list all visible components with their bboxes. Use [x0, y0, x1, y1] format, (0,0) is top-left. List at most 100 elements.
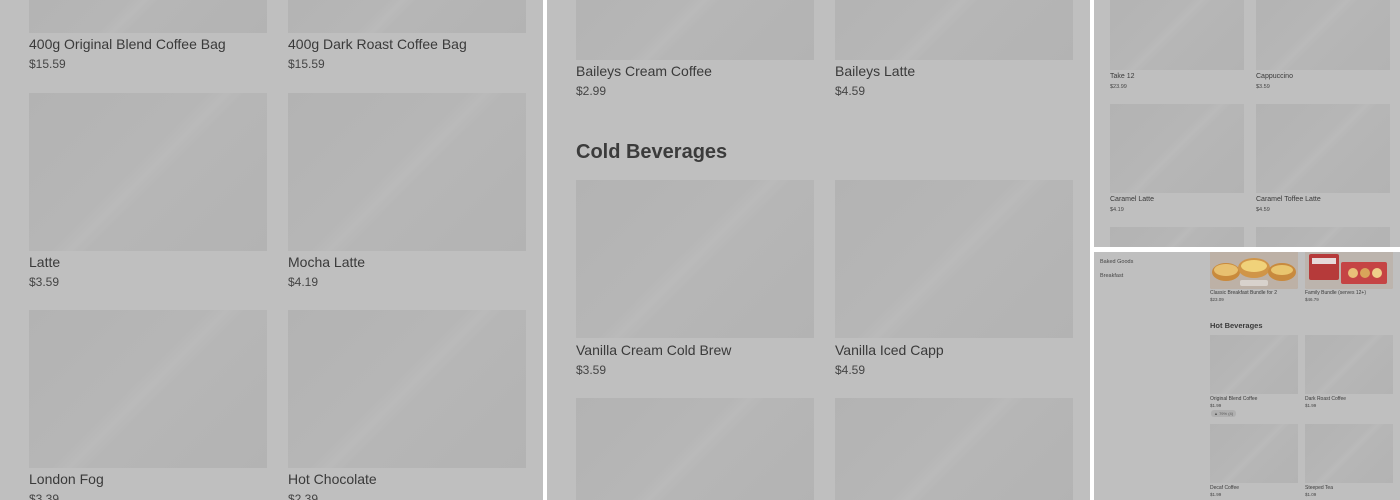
product-image: [288, 310, 526, 468]
product-name: Classic Breakfast Bundle for 2: [1210, 290, 1277, 296]
product-price: $1.99: [1210, 492, 1222, 497]
product-image: [1210, 424, 1298, 483]
rating-badge: ▲ 79% (4): [1211, 410, 1237, 417]
menu-panel-3: Take 12 $23.99 Cappuccino $3.59 Caramel …: [1094, 0, 1400, 247]
menu-item-card[interactable]: Mocha Latte $4.19: [288, 93, 526, 293]
product-name: Original Blend Coffee: [1210, 396, 1258, 402]
product-price: $3.59: [576, 363, 607, 377]
menu-item-card[interactable]: Vanilla Cream Cold Brew $3.59: [576, 180, 814, 380]
menu-item-card[interactable]: [835, 398, 1073, 500]
product-name: Take 12: [1110, 73, 1135, 80]
section-title: Cold Beverages: [576, 141, 728, 163]
product-price: $3.59: [1256, 84, 1270, 90]
menu-item-card[interactable]: [1110, 227, 1244, 247]
product-image: [835, 398, 1073, 500]
menu-item-card[interactable]: Baileys Latte $4.59: [835, 0, 1073, 100]
product-name: Baileys Cream Coffee: [576, 63, 712, 79]
menu-item-card[interactable]: Caramel Toffee Latte $4.59: [1256, 104, 1390, 216]
bundle-card[interactable]: Classic Breakfast Bundle for 2 $23.09: [1210, 252, 1298, 306]
product-price: $3.59: [29, 275, 60, 289]
product-image: [835, 180, 1073, 338]
product-image: [29, 310, 267, 468]
product-price: $3.39: [29, 492, 60, 500]
product-price: $2.39: [288, 492, 319, 500]
product-price: $4.59: [835, 363, 866, 377]
menu-item-card[interactable]: Dark Roast Coffee $1.99: [1305, 335, 1393, 419]
product-image: [1110, 0, 1244, 70]
menu-item-card[interactable]: [576, 398, 814, 500]
product-image: [1110, 104, 1244, 193]
product-name: Steeped Tea: [1305, 485, 1333, 491]
product-image: [1305, 424, 1393, 483]
product-image: [1256, 227, 1390, 247]
product-price: $1.99: [1210, 403, 1222, 408]
product-image: [576, 180, 814, 338]
family-bundle-photo: [1305, 252, 1393, 289]
product-image: [576, 0, 814, 60]
product-name: Vanilla Cream Cold Brew: [576, 342, 732, 358]
product-price: $1.09: [1305, 492, 1317, 497]
menu-item-card[interactable]: Latte $3.59: [29, 93, 267, 293]
product-name: Caramel Toffee Latte: [1256, 196, 1321, 203]
product-name: Hot Chocolate: [288, 471, 377, 487]
product-name: Baileys Latte: [835, 63, 916, 79]
product-image: [29, 0, 267, 33]
sidebar-item-baked-goods[interactable]: Baked Goods: [1100, 259, 1133, 265]
menu-item-card[interactable]: 400g Original Blend Coffee Bag $15.59: [29, 0, 267, 72]
menu-item-card[interactable]: Caramel Latte $4.19: [1110, 104, 1244, 216]
product-name: Family Bundle (serves 12+): [1305, 290, 1366, 296]
menu-item-card[interactable]: Cappuccino $3.59: [1256, 0, 1390, 92]
product-image: [1210, 335, 1298, 394]
family-bundle-illustration: [1305, 252, 1393, 289]
product-image: [1110, 227, 1244, 247]
menu-item-card[interactable]: Hot Chocolate $2.39: [288, 310, 526, 500]
product-image: [29, 93, 267, 251]
product-price: $15.59: [288, 57, 325, 71]
product-image: [288, 93, 526, 251]
product-price: $15.59: [29, 57, 66, 71]
product-name: Latte: [29, 254, 61, 270]
product-image: [1305, 335, 1393, 394]
product-price: $23.09: [1210, 297, 1224, 302]
breakfast-bundle-photo: [1210, 252, 1298, 289]
menu-item-card[interactable]: Original Blend Coffee $1.99 ▲ 79% (4): [1210, 335, 1298, 419]
product-price: $2.99: [576, 84, 607, 98]
product-price: $46.79: [1305, 297, 1319, 302]
product-name: 400g Original Blend Coffee Bag: [29, 36, 226, 52]
product-image: [576, 398, 814, 500]
product-price: $1.99: [1305, 403, 1317, 408]
menu-item-card[interactable]: 400g Dark Roast Coffee Bag $15.59: [288, 0, 526, 72]
product-image: [1256, 104, 1390, 193]
product-image: [288, 0, 526, 33]
menu-item-card[interactable]: Steeped Tea $1.09: [1305, 424, 1393, 500]
product-name: Decaf Coffee: [1210, 485, 1240, 491]
rating-value: 79% (4): [1219, 411, 1234, 416]
product-name: Cappuccino: [1256, 73, 1293, 80]
product-name: London Fog: [29, 471, 104, 487]
product-name: Mocha Latte: [288, 254, 366, 270]
product-image: [835, 0, 1073, 60]
product-price: $4.59: [1256, 207, 1270, 213]
product-name: Dark Roast Coffee: [1305, 396, 1347, 402]
product-image: [1256, 0, 1390, 70]
product-price: $23.99: [1110, 84, 1127, 90]
menu-item-card[interactable]: [1256, 227, 1390, 247]
menu-item-card[interactable]: Baileys Cream Coffee $2.99: [576, 0, 814, 100]
menu-panel-4: Baked Goods Breakfast Classic Breakfast …: [1094, 252, 1400, 500]
breakfast-bundle-illustration: [1210, 252, 1298, 289]
product-price: $4.59: [835, 84, 866, 98]
sidebar-item-breakfast[interactable]: Breakfast: [1100, 273, 1123, 279]
product-price: $4.19: [288, 275, 319, 289]
menu-item-card[interactable]: Take 12 $23.99: [1110, 0, 1244, 92]
bundle-card[interactable]: Family Bundle (serves 12+) $46.79: [1305, 252, 1393, 306]
menu-item-card[interactable]: Vanilla Iced Capp $4.59: [835, 180, 1073, 380]
product-name: Caramel Latte: [1110, 196, 1154, 203]
product-price: $4.19: [1110, 207, 1124, 213]
menu-panel-1: 400g Original Blend Coffee Bag $15.59 40…: [0, 0, 543, 500]
product-name: Vanilla Iced Capp: [835, 342, 944, 358]
menu-item-card[interactable]: Decaf Coffee $1.99: [1210, 424, 1298, 500]
section-title: Hot Beverages: [1210, 321, 1263, 330]
menu-panel-2: Baileys Cream Coffee $2.99 Baileys Latte…: [547, 0, 1090, 500]
product-name: 400g Dark Roast Coffee Bag: [288, 36, 467, 52]
menu-item-card[interactable]: London Fog $3.39: [29, 310, 267, 500]
